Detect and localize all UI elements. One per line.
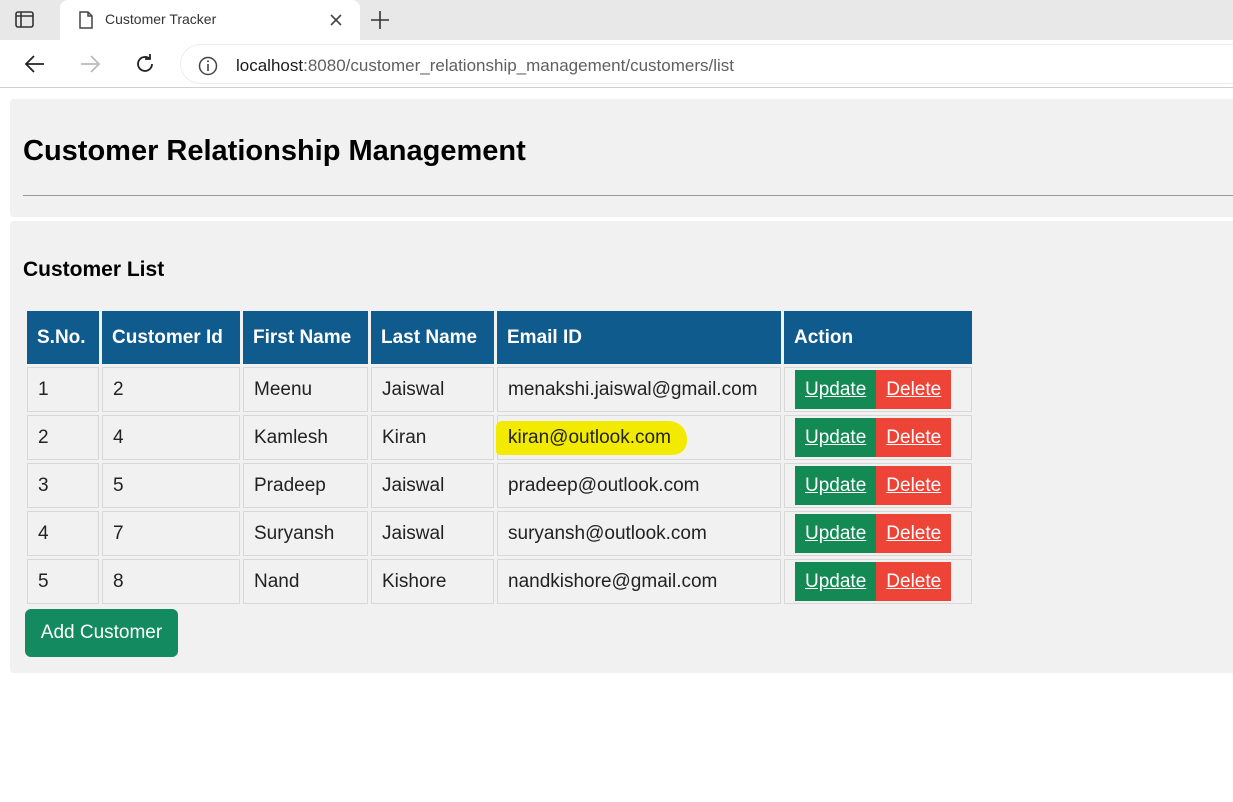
update-button[interactable]: Update xyxy=(795,418,877,457)
url-host: localhost xyxy=(236,56,304,75)
cell-first-name: Pradeep xyxy=(243,463,368,508)
header-sno: S.No. xyxy=(27,311,99,364)
cell-first-name: Suryansh xyxy=(243,511,368,556)
table-row: 2 4 Kamlesh Kiran kiran@outlook.com Upda… xyxy=(27,415,972,460)
header-first-name: First Name xyxy=(243,311,368,364)
header-email: Email ID xyxy=(497,311,781,364)
delete-button[interactable]: Delete xyxy=(876,370,952,409)
cell-sno: 2 xyxy=(27,415,99,460)
cell-sno: 4 xyxy=(27,511,99,556)
page-icon xyxy=(78,11,94,29)
highlighted-email: kiran@outlook.com xyxy=(496,420,687,455)
cell-action: Update Delete xyxy=(784,463,972,508)
customer-table: S.No. Customer Id First Name Last Name E… xyxy=(24,308,975,607)
cell-last-name: Jaiswal xyxy=(371,511,494,556)
cell-email: pradeep@outlook.com xyxy=(497,463,781,508)
delete-button[interactable]: Delete xyxy=(876,418,952,457)
cell-first-name: Nand xyxy=(243,559,368,604)
cell-customer-id: 7 xyxy=(102,511,240,556)
cell-last-name: Kishore xyxy=(371,559,494,604)
info-icon[interactable] xyxy=(197,55,219,77)
cell-sno: 1 xyxy=(27,367,99,412)
delete-button[interactable]: Delete xyxy=(876,466,952,505)
table-row: 3 5 Pradeep Jaiswal pradeep@outlook.com … xyxy=(27,463,972,508)
cell-sno: 3 xyxy=(27,463,99,508)
cell-action: Update Delete xyxy=(784,415,972,460)
page-title: Customer Relationship Management xyxy=(23,135,526,167)
tab-title: Customer Tracker xyxy=(105,11,217,27)
cell-email: nandkishore@gmail.com xyxy=(497,559,781,604)
header-action: Action xyxy=(784,311,972,364)
cell-email: menakshi.jaiswal@gmail.com xyxy=(497,367,781,412)
cell-email: kiran@outlook.com xyxy=(496,415,781,460)
update-button[interactable]: Update xyxy=(795,466,877,505)
delete-button[interactable]: Delete xyxy=(876,562,952,601)
header-last-name: Last Name xyxy=(371,311,494,364)
reload-icon[interactable] xyxy=(133,52,157,76)
browser-tab[interactable]: Customer Tracker xyxy=(60,0,360,40)
cell-customer-id: 4 xyxy=(102,415,240,460)
list-title: Customer List xyxy=(23,258,165,281)
update-button[interactable]: Update xyxy=(795,562,877,601)
cell-customer-id: 8 xyxy=(102,559,240,604)
plus-icon[interactable] xyxy=(368,8,392,32)
table-row: 4 7 Suryansh Jaiswal suryansh@outlook.co… xyxy=(27,511,972,556)
cell-action: Update Delete xyxy=(784,367,972,412)
update-button[interactable]: Update xyxy=(795,370,877,409)
address-bar[interactable]: localhost:8080/customer_relationship_man… xyxy=(180,44,1233,84)
cell-customer-id: 5 xyxy=(102,463,240,508)
browser-tabstrip: Customer Tracker xyxy=(0,0,1233,40)
divider xyxy=(23,195,1233,196)
url-text: localhost:8080/customer_relationship_man… xyxy=(236,56,734,76)
add-customer-button[interactable]: Add Customer xyxy=(25,609,178,657)
close-icon[interactable] xyxy=(326,10,346,30)
cell-last-name: Kiran xyxy=(371,415,494,460)
table-row: 1 2 Meenu Jaiswal menakshi.jaiswal@gmail… xyxy=(27,367,972,412)
cell-last-name: Jaiswal xyxy=(371,463,494,508)
header-customer-id: Customer Id xyxy=(102,311,240,364)
back-arrow-icon[interactable] xyxy=(23,52,47,76)
delete-button[interactable]: Delete xyxy=(876,514,952,553)
table-header-row: S.No. Customer Id First Name Last Name E… xyxy=(27,311,972,364)
cell-customer-id: 2 xyxy=(102,367,240,412)
cell-first-name: Meenu xyxy=(243,367,368,412)
cell-email: suryansh@outlook.com xyxy=(497,511,781,556)
update-button[interactable]: Update xyxy=(795,514,877,553)
cell-last-name: Jaiswal xyxy=(371,367,494,412)
table-row: 5 8 Nand Kishore nandkishore@gmail.com U… xyxy=(27,559,972,604)
tab-actions-icon[interactable] xyxy=(14,10,36,30)
customer-list-panel: Customer List S.No. Customer Id First Na… xyxy=(10,221,1233,673)
browser-toolbar: localhost:8080/customer_relationship_man… xyxy=(0,40,1233,88)
cell-action: Update Delete xyxy=(784,559,972,604)
cell-action: Update Delete xyxy=(784,511,972,556)
cell-sno: 5 xyxy=(27,559,99,604)
header-panel: Customer Relationship Management xyxy=(10,99,1233,217)
forward-arrow-icon[interactable] xyxy=(78,52,102,76)
url-path: :8080/customer_relationship_management/c… xyxy=(303,56,734,75)
cell-first-name: Kamlesh xyxy=(243,415,368,460)
